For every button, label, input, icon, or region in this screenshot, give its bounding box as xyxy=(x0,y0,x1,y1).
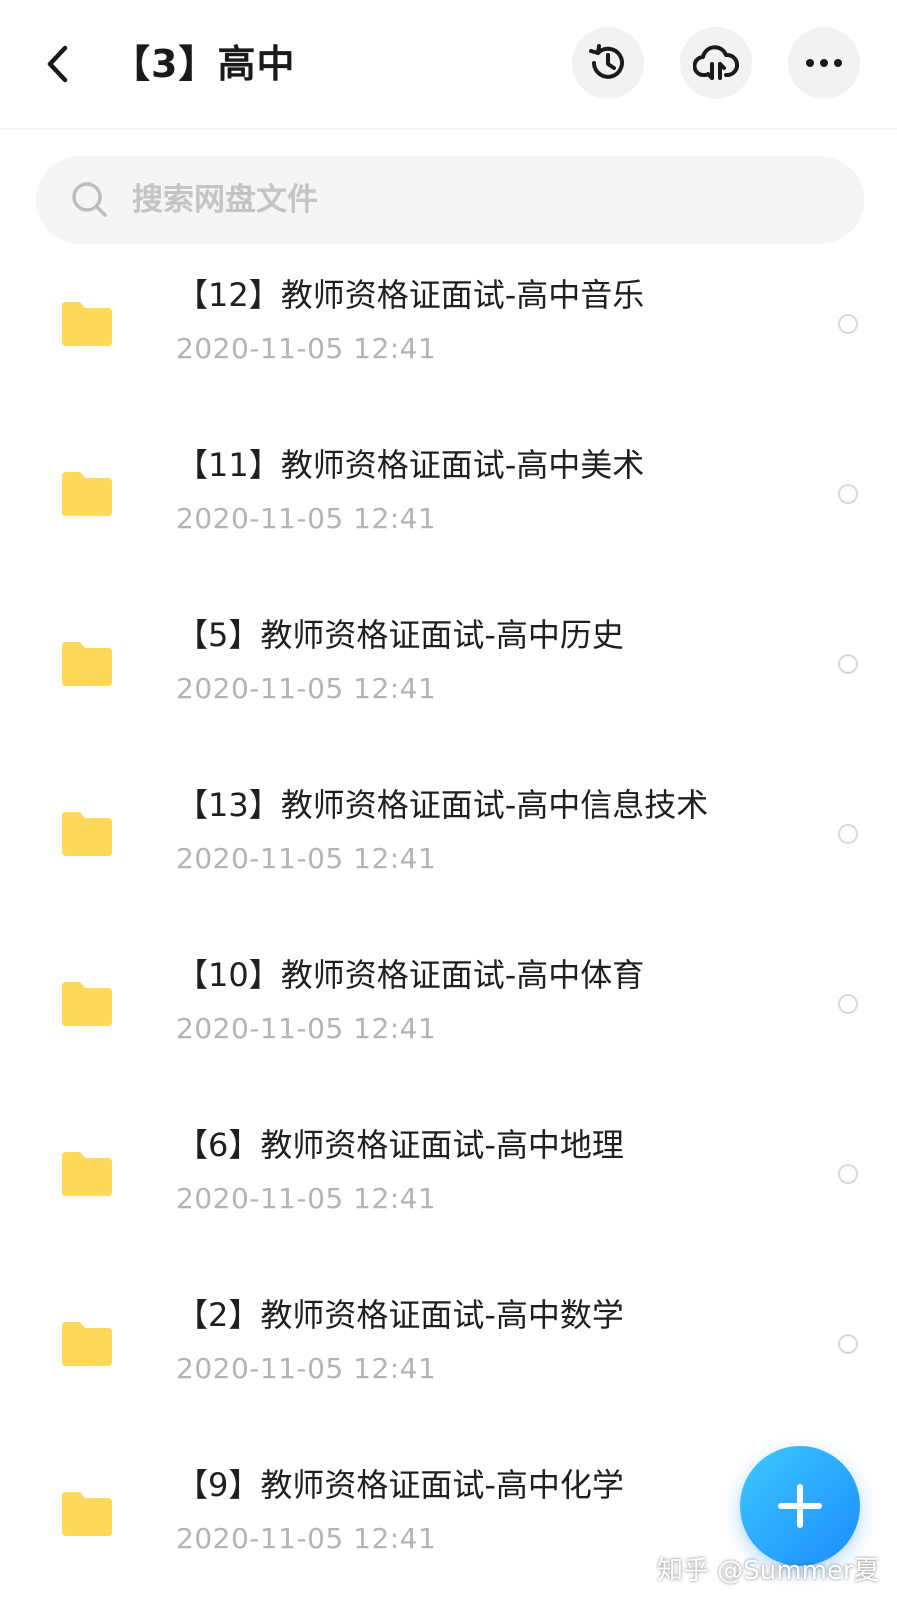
file-row[interactable]: 【11】教师资格证面试-高中美术 2020-11-05 12:41 xyxy=(0,414,897,584)
search-icon xyxy=(72,182,107,217)
folder-icon xyxy=(62,472,112,516)
file-date: 2020-11-05 12:41 xyxy=(176,672,437,705)
file-name: 【2】教师资格证面试-高中数学 xyxy=(176,1296,624,1334)
search-bar[interactable] xyxy=(36,156,864,244)
header-divider xyxy=(0,128,897,130)
file-date: 2020-11-05 12:41 xyxy=(176,1522,437,1555)
folder-icon xyxy=(62,1492,112,1536)
more-horizontal-icon xyxy=(806,59,842,67)
file-date: 2020-11-05 12:41 xyxy=(176,332,437,365)
file-row[interactable]: 【13】教师资格证面试-高中信息技术 2020-11-05 12:41 xyxy=(0,754,897,924)
file-name: 【10】教师资格证面试-高中体育 xyxy=(176,956,645,994)
folder-icon xyxy=(62,1322,112,1366)
top-bar: 【3】高中 xyxy=(0,0,897,128)
file-name: 【11】教师资格证面试-高中美术 xyxy=(176,446,645,484)
select-radio[interactable] xyxy=(838,994,858,1014)
file-row[interactable]: 【2】教师资格证面试-高中数学 2020-11-05 12:41 xyxy=(0,1264,897,1434)
plus-icon xyxy=(778,1484,822,1528)
more-button[interactable] xyxy=(788,27,860,99)
select-radio[interactable] xyxy=(838,314,858,334)
folder-icon xyxy=(62,642,112,686)
search-input[interactable] xyxy=(132,182,772,218)
back-button[interactable] xyxy=(30,36,86,92)
cloud-transfer-button[interactable] xyxy=(680,27,752,99)
folder-icon xyxy=(62,302,112,346)
folder-icon xyxy=(62,812,112,856)
select-radio[interactable] xyxy=(838,484,858,504)
file-date: 2020-11-05 12:41 xyxy=(176,1352,437,1385)
history-button[interactable] xyxy=(572,27,644,99)
folder-icon xyxy=(62,1152,112,1196)
file-name: 【9】教师资格证面试-高中化学 xyxy=(176,1466,624,1504)
history-clock-icon xyxy=(589,44,624,79)
file-name: 【12】教师资格证面试-高中音乐 xyxy=(176,276,645,314)
select-radio[interactable] xyxy=(838,824,858,844)
file-name: 【13】教师资格证面试-高中信息技术 xyxy=(176,786,709,824)
watermark: 知乎 @Summer夏 xyxy=(657,1556,880,1586)
file-date: 2020-11-05 12:41 xyxy=(176,1012,437,1045)
folder-icon xyxy=(62,982,112,1026)
page-title: 【3】高中 xyxy=(112,42,296,86)
cloud-transfer-icon xyxy=(693,45,739,80)
chevron-left-icon xyxy=(47,45,68,83)
file-date: 2020-11-05 12:41 xyxy=(176,1182,437,1215)
file-list: 【12】教师资格证面试-高中音乐 2020-11-05 12:41 【11】教师… xyxy=(0,244,897,1604)
add-button[interactable] xyxy=(740,1446,860,1566)
file-row[interactable]: 【12】教师资格证面试-高中音乐 2020-11-05 12:41 xyxy=(0,244,897,414)
select-radio[interactable] xyxy=(838,1164,858,1184)
select-radio[interactable] xyxy=(838,654,858,674)
file-date: 2020-11-05 12:41 xyxy=(176,502,437,535)
file-name: 【5】教师资格证面试-高中历史 xyxy=(176,616,624,654)
file-date: 2020-11-05 12:41 xyxy=(176,842,437,875)
select-radio[interactable] xyxy=(838,1334,858,1354)
file-name: 【6】教师资格证面试-高中地理 xyxy=(176,1126,624,1164)
file-row[interactable]: 【6】教师资格证面试-高中地理 2020-11-05 12:41 xyxy=(0,1094,897,1264)
file-row[interactable]: 【10】教师资格证面试-高中体育 2020-11-05 12:41 xyxy=(0,924,897,1094)
file-row[interactable]: 【5】教师资格证面试-高中历史 2020-11-05 12:41 xyxy=(0,584,897,754)
